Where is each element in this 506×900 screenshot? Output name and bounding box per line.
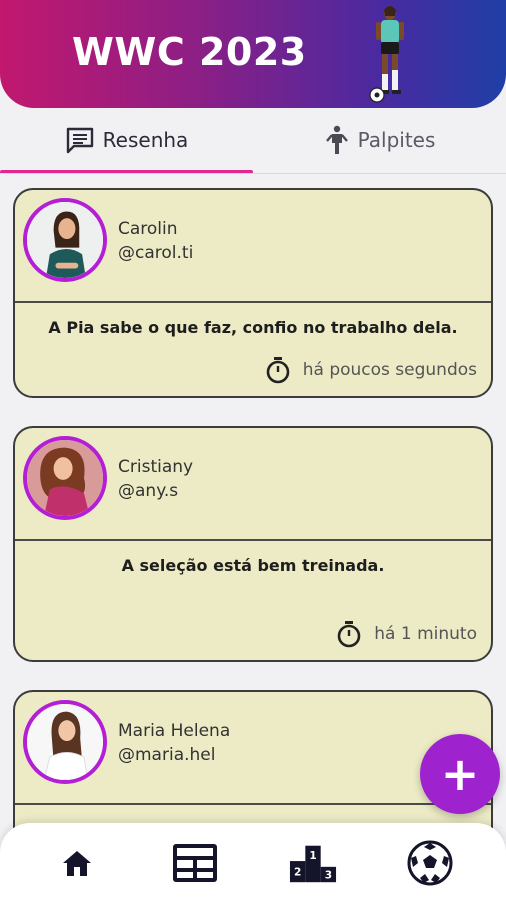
post-card[interactable]: Cristiany @any.s A seleção está bem trei…: [13, 426, 493, 662]
user-handle: @any.s: [118, 481, 179, 501]
player-icon: [325, 125, 348, 154]
home-icon: [63, 851, 91, 876]
tab-resenha[interactable]: Resenha: [0, 110, 253, 170]
tab-palpites-label: Palpites: [357, 128, 436, 152]
bottom-nav: 1 2 3: [0, 823, 506, 900]
stopwatch-icon: [337, 621, 361, 648]
nav-ranking[interactable]: 1 2 3: [289, 839, 337, 887]
grid-icon: [173, 844, 217, 882]
post-message: A Pia sabe o que faz, confio no trabalho…: [48, 318, 458, 337]
nav-grid[interactable]: [171, 839, 219, 887]
app-title: WWC 2023: [72, 30, 307, 74]
svg-text:3: 3: [325, 869, 332, 881]
user-handle: @maria.hel: [118, 745, 216, 765]
post-time-label: há poucos segundos: [302, 360, 477, 380]
post-time: há 1 minuto: [336, 620, 477, 648]
tab-bar: Resenha Palpites: [0, 110, 506, 174]
post-message: A seleção está bem treinada.: [121, 556, 385, 575]
avatar[interactable]: [23, 436, 107, 520]
plus-icon: +: [440, 747, 480, 801]
nav-home[interactable]: [53, 839, 101, 887]
app-header: WWC 2023: [0, 0, 506, 108]
user-name: Maria Helena: [118, 721, 231, 741]
post-time-label: há 1 minuto: [374, 624, 477, 644]
stopwatch-icon: [266, 357, 290, 384]
avatar[interactable]: [23, 198, 107, 282]
card-divider: [15, 803, 491, 805]
user-handle: @carol.ti: [118, 243, 194, 263]
tab-resenha-label: Resenha: [102, 128, 189, 152]
post-time: há poucos segundos: [265, 356, 477, 384]
avatar[interactable]: [23, 700, 107, 784]
tab-palpites[interactable]: Palpites: [253, 110, 506, 170]
card-divider: [15, 539, 491, 541]
soccer-ball-icon: [407, 840, 453, 886]
player-illustration: [369, 6, 404, 103]
nav-soccer[interactable]: [406, 839, 454, 887]
podium-icon: 1 2 3: [289, 845, 337, 883]
svg-text:1: 1: [309, 850, 316, 862]
svg-text:2: 2: [294, 866, 301, 878]
add-post-button[interactable]: +: [420, 734, 500, 814]
user-name: Carolin: [118, 219, 178, 239]
post-card[interactable]: Carolin @carol.ti A Pia sabe o que faz, …: [13, 188, 493, 398]
tab-divider: [0, 173, 506, 174]
user-name: Cristiany: [118, 457, 194, 477]
card-divider: [15, 301, 491, 303]
chat-icon: [66, 127, 93, 154]
